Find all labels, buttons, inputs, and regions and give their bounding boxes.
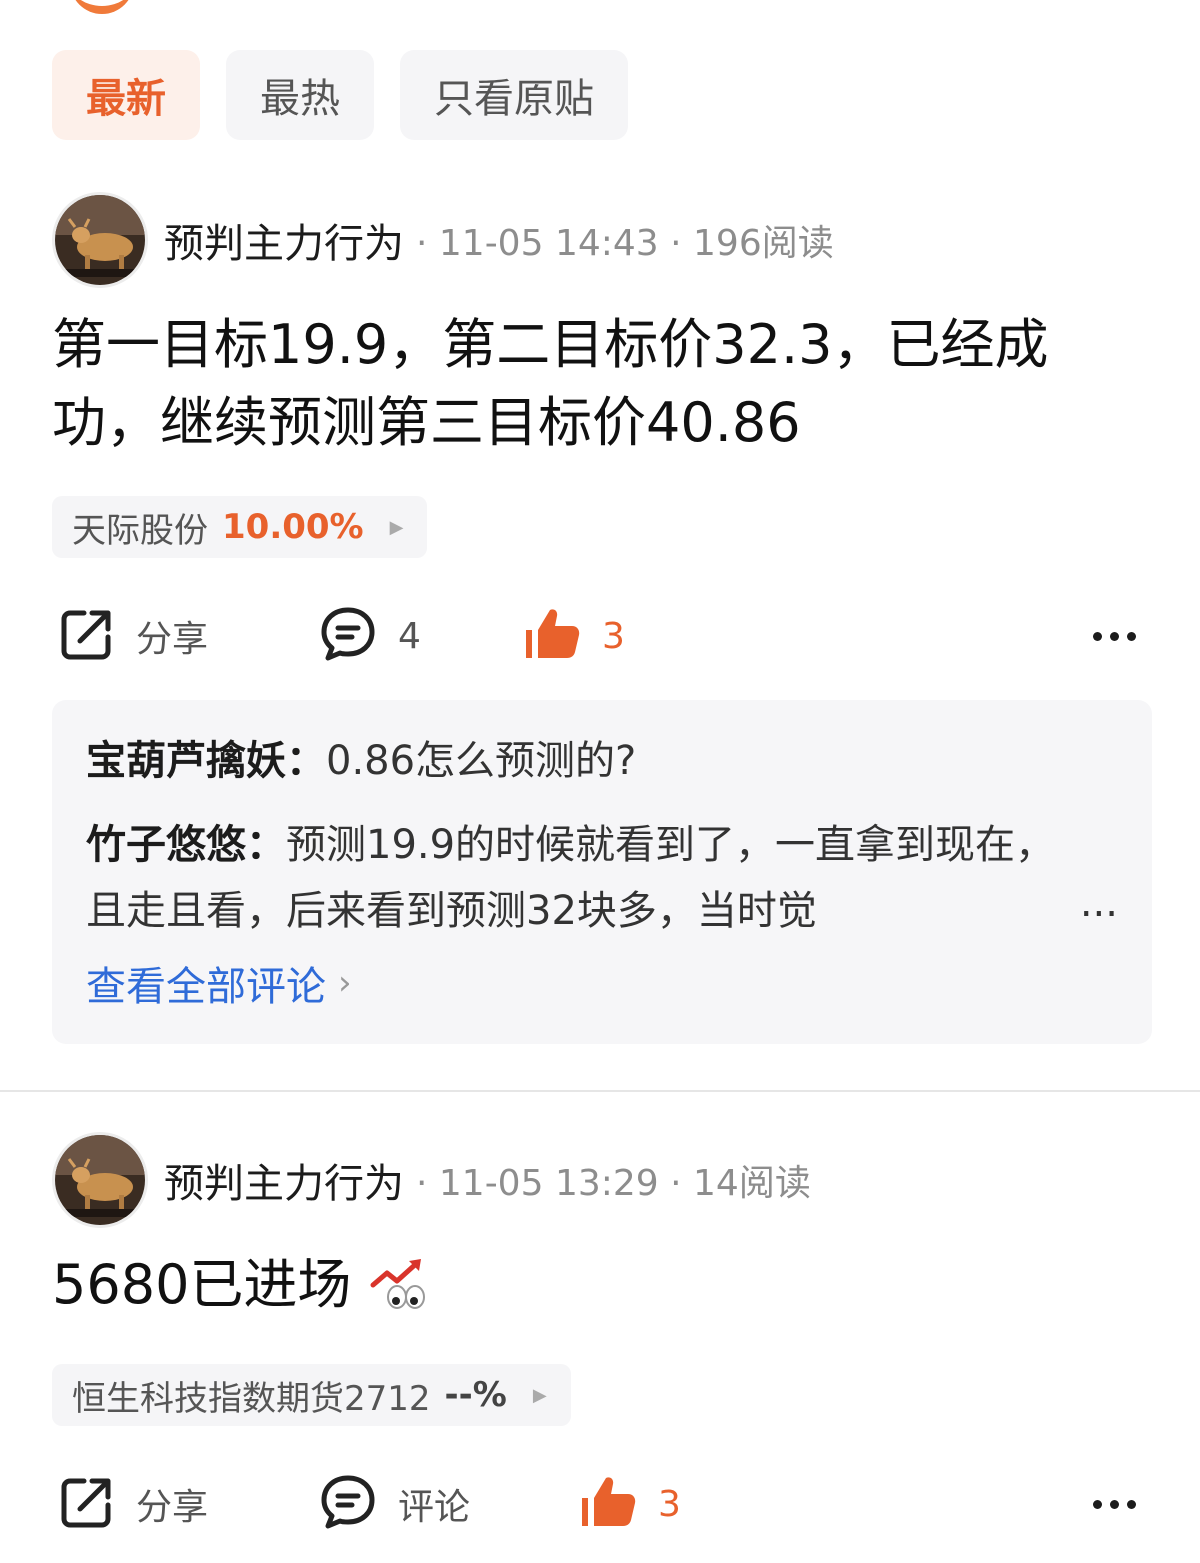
- comment-icon: [318, 1472, 378, 1536]
- author-name[interactable]: 预判主力行为: [164, 211, 404, 269]
- post-text: 第一目标19.9，第二目标价32.3，已经成功，继续预测第三目标价40.86: [52, 313, 1049, 454]
- play-arrow-icon: ▶: [389, 516, 404, 538]
- post-header: 预判主力行为 · 11-05 13:29 · 14阅读: [52, 1132, 1152, 1228]
- post-meta: · 11-05 13:29 · 14阅读: [416, 1163, 811, 1204]
- tab-original-only[interactable]: 只看原贴: [400, 50, 628, 140]
- tab-latest[interactable]: 最新: [52, 50, 200, 140]
- avatar[interactable]: [52, 1132, 148, 1228]
- top-decoration: [70, 0, 134, 14]
- post-text-body: 5680已进场: [52, 1253, 352, 1316]
- stock-change: 10.00%: [222, 507, 364, 547]
- author-name[interactable]: 预判主力行为: [164, 1151, 404, 1209]
- see-all-comments-link[interactable]: 查看全部评论 ›: [86, 954, 352, 1012]
- comment-item[interactable]: 宝葫芦擒妖：0.86怎么预测的?: [86, 728, 1118, 794]
- share-icon: [58, 605, 116, 667]
- play-arrow-icon: ▶: [532, 1384, 547, 1406]
- comment-item[interactable]: 竹子悠悠：预测19.9的时候就看到了，一直拿到现在，且走且看，后来看到预测32块…: [86, 812, 1118, 944]
- share-icon: [58, 1473, 116, 1535]
- truncation-ellipsis: ...: [1079, 880, 1118, 926]
- more-options-icon[interactable]: [1089, 1464, 1140, 1544]
- post-header: 预判主力行为 · 11-05 14:43 · 196阅读: [52, 192, 1152, 288]
- sort-tabs: 最新 最热 只看原贴: [52, 50, 628, 140]
- see-all-label: 查看全部评论: [86, 964, 326, 1010]
- thumbs-up-icon: [522, 604, 582, 668]
- share-label: 分享: [136, 1487, 209, 1528]
- comment-button[interactable]: 评论: [318, 1464, 470, 1544]
- share-button[interactable]: 分享: [58, 596, 208, 676]
- post-text: 5680已进场: [52, 1246, 1152, 1332]
- comment-count: 4: [398, 615, 421, 657]
- like-count: 3: [602, 615, 625, 657]
- share-button[interactable]: 分享: [58, 1464, 208, 1544]
- thumbs-up-icon: [578, 1472, 638, 1536]
- commenter-name: 宝葫芦擒妖：: [86, 738, 326, 784]
- post-card: 预判主力行为 · 11-05 14:43 · 196阅读 第一目标19.9，第二…: [52, 192, 1152, 1044]
- comment-text: 0.86怎么预测的?: [326, 738, 637, 784]
- post-meta: · 11-05 14:43 · 196阅读: [416, 223, 834, 264]
- more-options-icon[interactable]: [1089, 596, 1140, 676]
- comment-icon: [318, 604, 378, 668]
- stock-chip[interactable]: 天际股份 10.00% ▶: [52, 496, 428, 558]
- comments-preview: 宝葫芦擒妖：0.86怎么预测的? 竹子悠悠：预测19.9的时候就看到了，一直拿到…: [52, 700, 1152, 1044]
- commenter-name: 竹子悠悠：: [86, 822, 286, 868]
- share-label: 分享: [136, 619, 209, 660]
- action-bar: 分享 评论 3: [52, 1464, 1152, 1544]
- tab-hottest[interactable]: 最热: [226, 50, 374, 140]
- action-bar: 分享 4 3: [52, 596, 1152, 676]
- comment-button[interactable]: 4: [318, 596, 421, 676]
- like-button[interactable]: 3: [522, 596, 625, 676]
- stock-change: --%: [444, 1375, 507, 1415]
- stock-name: 天际股份: [72, 510, 208, 551]
- comment-label: 评论: [398, 1487, 471, 1528]
- stock-name: 恒生科技指数期货2712: [72, 1378, 431, 1419]
- avatar[interactable]: [52, 192, 148, 288]
- post-card: 预判主力行为 · 11-05 13:29 · 14阅读 5680已进场 恒生科技…: [52, 1132, 1152, 1544]
- chart-up-eyes-emoji-icon: [369, 1254, 431, 1332]
- like-button[interactable]: 3: [578, 1464, 681, 1544]
- stock-chip[interactable]: 恒生科技指数期货2712 --% ▶: [52, 1364, 571, 1426]
- like-count: 3: [658, 1483, 681, 1525]
- chevron-right-icon: ›: [338, 963, 352, 1003]
- post-divider: [0, 1090, 1200, 1092]
